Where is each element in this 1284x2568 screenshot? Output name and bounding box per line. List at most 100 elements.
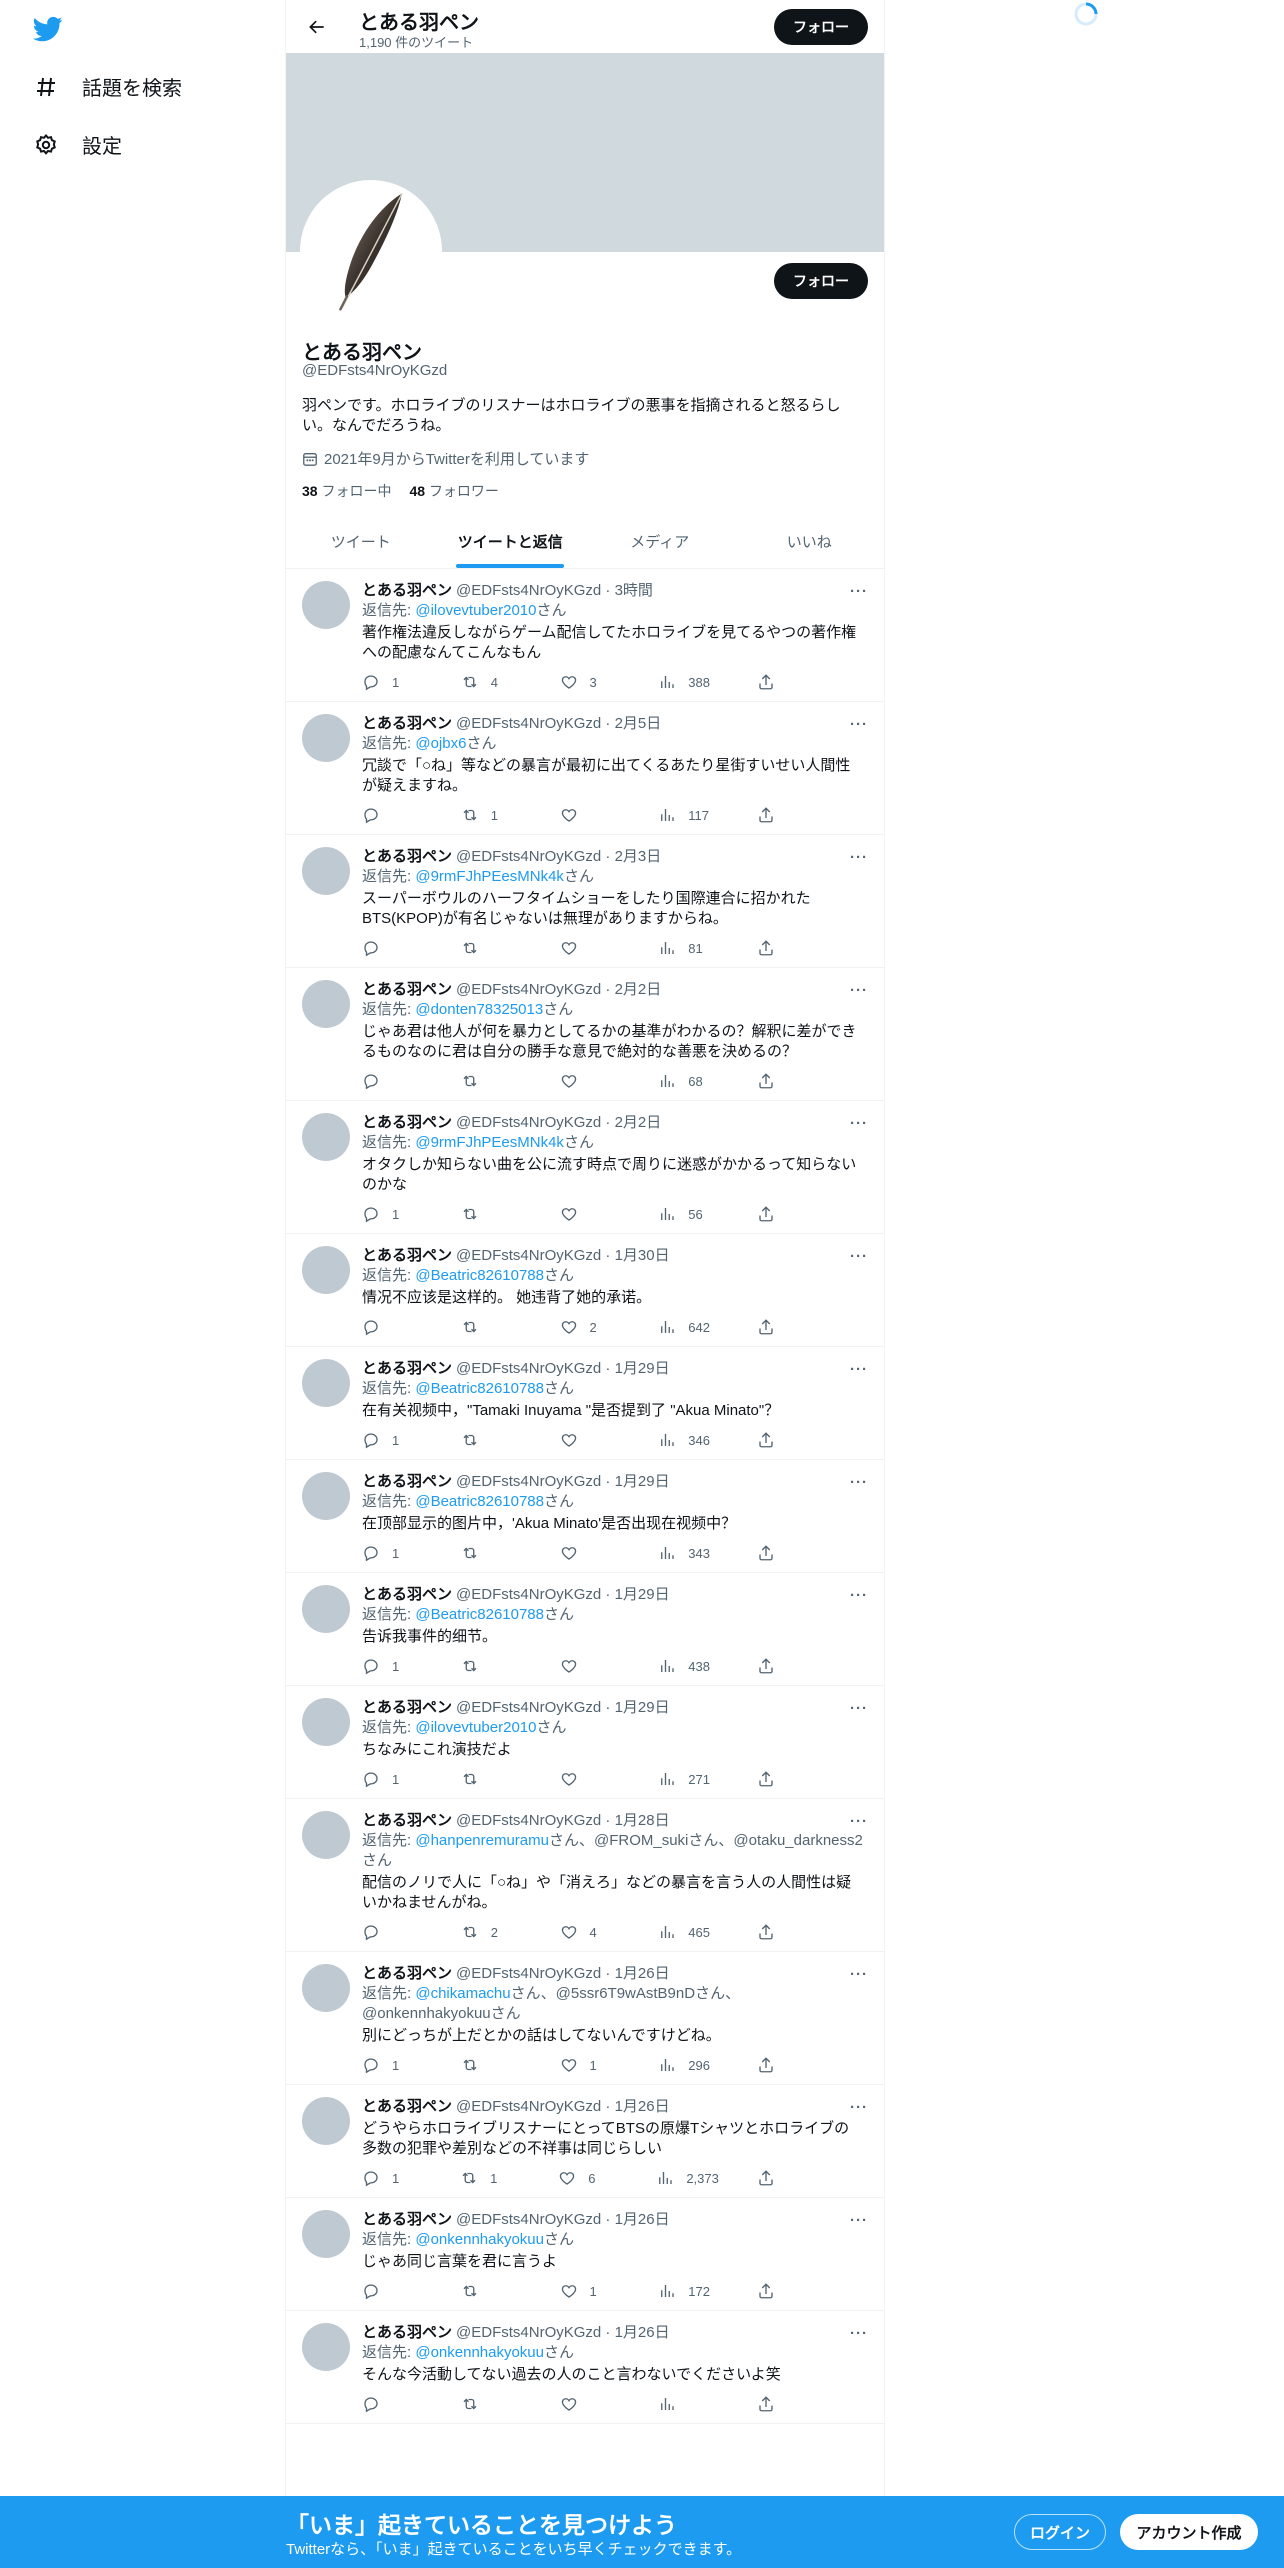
- share-button[interactable]: [757, 806, 787, 824]
- share-button[interactable]: [757, 2395, 787, 2413]
- retweet-button[interactable]: [461, 1544, 521, 1562]
- more-options-icon[interactable]: ···: [850, 1474, 868, 1491]
- views-button[interactable]: 346: [658, 1431, 718, 1449]
- tweet-author-name[interactable]: とある羽ペン: [362, 1586, 452, 1603]
- views-button[interactable]: 117: [658, 806, 718, 824]
- profile-avatar[interactable]: [300, 180, 442, 322]
- share-button[interactable]: [757, 2169, 787, 2187]
- reply-mention-link[interactable]: @onkennhakyokuu: [415, 2231, 544, 2248]
- like-button[interactable]: [560, 1205, 620, 1223]
- tweet-handle-time[interactable]: @EDFsts4NrOyKGzd · 1月29日: [456, 1586, 670, 1603]
- views-button[interactable]: 388: [658, 673, 718, 691]
- reply-button[interactable]: 1: [362, 2056, 422, 2074]
- reply-button[interactable]: [362, 1072, 422, 1090]
- views-button[interactable]: 56: [658, 1205, 718, 1223]
- nav-explore[interactable]: 話題を検索: [32, 72, 182, 101]
- reply-button[interactable]: 1: [362, 2169, 422, 2187]
- more-options-icon[interactable]: ···: [850, 716, 868, 733]
- tweet-handle-time[interactable]: @EDFsts4NrOyKGzd · 1月28日: [456, 1812, 670, 1829]
- reply-button[interactable]: 1: [362, 1544, 422, 1562]
- avatar[interactable]: [302, 714, 350, 762]
- more-options-icon[interactable]: ···: [850, 1700, 868, 1717]
- reply-button[interactable]: [362, 939, 422, 957]
- retweet-button[interactable]: [461, 1072, 521, 1090]
- tweet-item[interactable]: ··· とある羽ペン @EDFsts4NrOyKGzd · 1月29日 返信先: @i…: [286, 1686, 884, 1799]
- tweet-item[interactable]: ··· とある羽ペン @EDFsts4NrOyKGzd · 1月26日 返信先: @c…: [286, 1952, 884, 2085]
- tweet-author-name[interactable]: とある羽ペン: [362, 1247, 452, 1264]
- tweet-handle-time[interactable]: @EDFsts4NrOyKGzd · 1月29日: [456, 1473, 670, 1490]
- like-button[interactable]: 3: [560, 673, 620, 691]
- retweet-button[interactable]: 1: [460, 2169, 520, 2187]
- tweet-author-name[interactable]: とある羽ペン: [362, 1812, 452, 1829]
- tweet-author-name[interactable]: とある羽ペン: [362, 2324, 452, 2341]
- tweet-handle-time[interactable]: @EDFsts4NrOyKGzd · 2月3日: [456, 848, 661, 865]
- share-button[interactable]: [757, 1318, 787, 1336]
- reply-button[interactable]: [362, 2282, 422, 2300]
- share-button[interactable]: [757, 1205, 787, 1223]
- tweet-handle-time[interactable]: @EDFsts4NrOyKGzd · 3時間: [456, 582, 653, 599]
- tab-likes[interactable]: いいね: [735, 515, 885, 568]
- like-button[interactable]: 2: [560, 1318, 620, 1336]
- tweet-author-name[interactable]: とある羽ペン: [362, 1699, 452, 1716]
- reply-button[interactable]: 1: [362, 673, 422, 691]
- tweet-item[interactable]: ··· とある羽ペン @EDFsts4NrOyKGzd · 1月26日 どうやらホロラ…: [286, 2085, 884, 2198]
- reply-button[interactable]: 1: [362, 1770, 422, 1788]
- tweet-item[interactable]: ··· とある羽ペン @EDFsts4NrOyKGzd · 1月26日 返信先: @o…: [286, 2311, 884, 2424]
- views-button[interactable]: 271: [658, 1770, 718, 1788]
- tweet-handle-time[interactable]: @EDFsts4NrOyKGzd · 1月26日: [456, 2098, 670, 2115]
- more-options-icon[interactable]: ···: [850, 583, 868, 600]
- reply-mention-link[interactable]: @chikamachu: [415, 1985, 510, 2002]
- avatar[interactable]: [302, 1472, 350, 1520]
- more-options-icon[interactable]: ···: [850, 2212, 868, 2229]
- tweet-item[interactable]: ··· とある羽ペン @EDFsts4NrOyKGzd · 1月29日 返信先: @B…: [286, 1460, 884, 1573]
- tweet-handle-time[interactable]: @EDFsts4NrOyKGzd · 2月2日: [456, 981, 661, 998]
- retweet-button[interactable]: [461, 1431, 521, 1449]
- tweet-handle-time[interactable]: @EDFsts4NrOyKGzd · 1月29日: [456, 1699, 670, 1716]
- like-button[interactable]: 6: [558, 2169, 618, 2187]
- tweet-handle-time[interactable]: @EDFsts4NrOyKGzd · 1月26日: [456, 1965, 670, 1982]
- reply-mention-link[interactable]: @ilovevtuber2010: [415, 602, 536, 619]
- more-options-icon[interactable]: ···: [850, 1115, 868, 1132]
- tweet-author-name[interactable]: とある羽ペン: [362, 1114, 452, 1131]
- tweet-item[interactable]: ··· とある羽ペン @EDFsts4NrOyKGzd · 2月2日 返信先: @9r…: [286, 1101, 884, 1234]
- views-button[interactable]: 438: [658, 1657, 718, 1675]
- tweet-handle-time[interactable]: @EDFsts4NrOyKGzd · 1月26日: [456, 2211, 670, 2228]
- avatar[interactable]: [302, 2210, 350, 2258]
- tweet-author-name[interactable]: とある羽ペン: [362, 1360, 452, 1377]
- avatar[interactable]: [302, 2097, 350, 2145]
- like-button[interactable]: 1: [560, 2282, 620, 2300]
- reply-button[interactable]: 1: [362, 1657, 422, 1675]
- reply-mention-link[interactable]: @Beatric82610788: [415, 1380, 544, 1397]
- tweet-item[interactable]: ··· とある羽ペン @EDFsts4NrOyKGzd · 1月29日 返信先: @B…: [286, 1573, 884, 1686]
- reply-mention-link[interactable]: @onkennhakyokuu: [415, 2344, 544, 2361]
- profile-follow-button[interactable]: フォロー: [774, 263, 868, 299]
- views-button[interactable]: [658, 2395, 718, 2413]
- tab-media[interactable]: メディア: [585, 515, 735, 568]
- like-button[interactable]: 4: [560, 1923, 620, 1941]
- share-button[interactable]: [757, 1770, 787, 1788]
- like-button[interactable]: [560, 1657, 620, 1675]
- more-options-icon[interactable]: ···: [850, 2099, 868, 2116]
- like-button[interactable]: [560, 939, 620, 957]
- login-button[interactable]: ログイン: [1014, 2514, 1106, 2550]
- share-button[interactable]: [757, 1657, 787, 1675]
- tweet-author-name[interactable]: とある羽ペン: [362, 582, 452, 599]
- views-button[interactable]: 81: [658, 939, 718, 957]
- avatar[interactable]: [302, 1246, 350, 1294]
- reply-button[interactable]: [362, 806, 422, 824]
- views-button[interactable]: 343: [658, 1544, 718, 1562]
- avatar[interactable]: [302, 2323, 350, 2371]
- retweet-button[interactable]: [461, 1318, 521, 1336]
- like-button[interactable]: [560, 1770, 620, 1788]
- share-button[interactable]: [757, 939, 787, 957]
- views-button[interactable]: 172: [658, 2282, 718, 2300]
- retweet-button[interactable]: 1: [461, 806, 521, 824]
- avatar[interactable]: [302, 980, 350, 1028]
- views-button[interactable]: 68: [658, 1072, 718, 1090]
- avatar[interactable]: [302, 1964, 350, 2012]
- more-options-icon[interactable]: ···: [850, 1248, 868, 1265]
- retweet-button[interactable]: [461, 1205, 521, 1223]
- tweet-item[interactable]: ··· とある羽ペン @EDFsts4NrOyKGzd · 2月2日 返信先: @do…: [286, 968, 884, 1101]
- like-button[interactable]: [560, 1544, 620, 1562]
- avatar[interactable]: [302, 1113, 350, 1161]
